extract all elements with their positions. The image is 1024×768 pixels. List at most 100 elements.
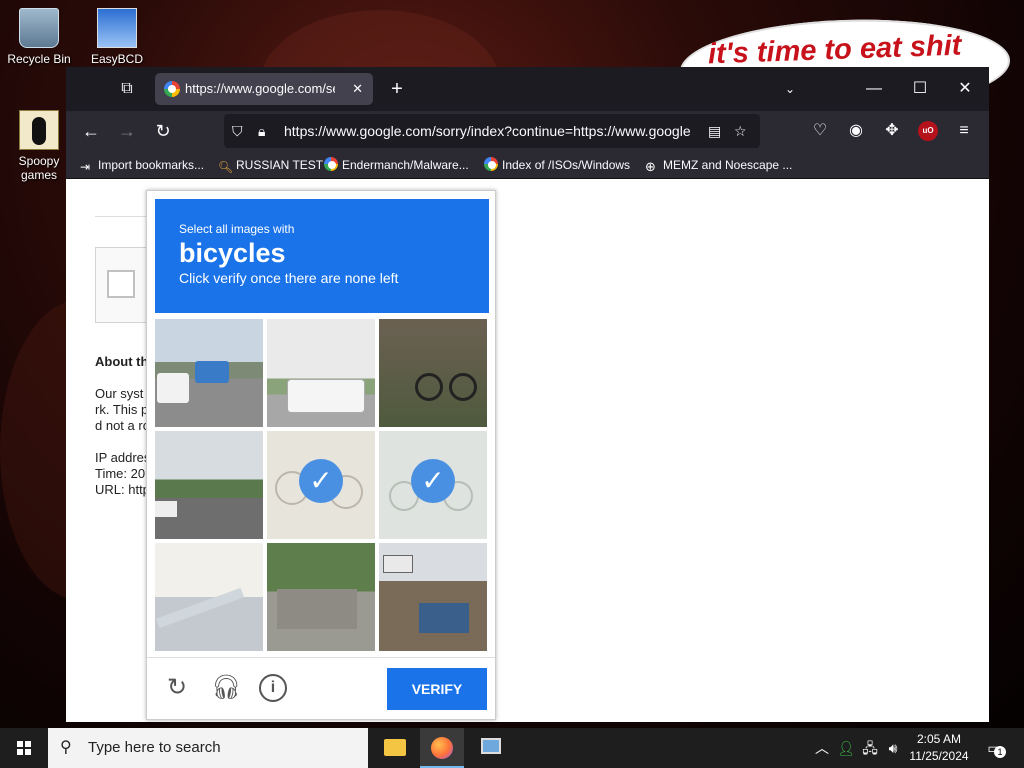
info-icon[interactable]: i: [259, 674, 287, 702]
bookmark-import[interactable]: ⇥ Import bookmarks...: [80, 156, 204, 174]
captcha-tile[interactable]: [379, 319, 487, 427]
clock-date: 11/25/2024: [909, 749, 969, 763]
reload-challenge-icon[interactable]: ↻: [163, 674, 191, 702]
google-icon: [484, 157, 498, 171]
minimize-icon[interactable]: —: [863, 79, 885, 99]
bookmark-memz-noescape[interactable]: ⊕ MEMZ and Noescape ...: [645, 156, 792, 174]
clock[interactable]: 2:05 AM 11/25/2024: [906, 731, 972, 765]
bookmark-russian-test[interactable]: 🔍︎ RUSSIAN TEST: [218, 156, 323, 174]
page-text-line: IP addres: [95, 450, 151, 465]
bookmark-index-isos[interactable]: Index of /ISOs/Windows: [484, 156, 630, 174]
volume-icon[interactable]: 🔊︎: [884, 738, 902, 758]
tab-title: https://www.google.com/search: [185, 81, 335, 96]
url-bar[interactable]: ⛉ 🔒︎ https://www.google.com/sorry/index?…: [224, 114, 760, 148]
captcha-tile[interactable]: ✓: [379, 431, 487, 539]
search-icon: ⚲: [60, 739, 72, 756]
new-tab-icon[interactable]: +: [386, 79, 408, 99]
bookmark-label: RUSSIAN TEST: [236, 158, 324, 172]
captcha-tile[interactable]: [267, 543, 375, 651]
desktop-icon-label: EasyBCD 2.3: [90, 52, 143, 68]
desktop-icon-label: Spoopy games: [18, 154, 60, 182]
computer-icon: [481, 738, 501, 754]
captcha-instruction: Select all images with: [179, 222, 295, 236]
checkmark-icon: ✓: [299, 459, 343, 503]
account-icon[interactable]: ◉: [845, 121, 867, 141]
tab-google-search[interactable]: https://www.google.com/search ✕: [155, 73, 373, 105]
recycle-bin-icon: [19, 8, 59, 48]
page-text-line: Time: 20: [95, 466, 146, 481]
captcha-tile[interactable]: ✓: [267, 431, 375, 539]
bookmark-label: Index of /ISOs/Windows: [502, 158, 631, 172]
bookmark-label: MEMZ and Noescape ...: [663, 158, 793, 172]
desktop-icon-recycle-bin[interactable]: Recycle Bin: [4, 8, 74, 66]
checkmark-icon: ✓: [411, 459, 455, 503]
google-icon: [164, 81, 180, 97]
audio-challenge-icon[interactable]: 🎧︎: [211, 674, 241, 702]
action-center-icon[interactable]: ▭1: [982, 738, 1006, 758]
user-status-icon[interactable]: 👤︎: [837, 738, 855, 758]
file-explorer-button[interactable]: [372, 728, 416, 768]
lock-icon[interactable]: 🔒︎: [258, 114, 274, 148]
captcha-challenge: Select all images with bicycles Click ve…: [146, 190, 496, 720]
desktop-icon-easybcd[interactable]: EasyBCD 2.3: [82, 8, 152, 68]
captcha-target: bicycles: [179, 238, 286, 268]
captcha-header: Select all images with bicycles Click ve…: [155, 199, 489, 313]
notification-badge: 1: [994, 746, 1006, 758]
page-text-line: URL: http: [95, 482, 150, 497]
nav-toolbar: ← → ↻ ⛉ 🔒︎ https://www.google.com/sorry/…: [66, 111, 989, 151]
captcha-tile[interactable]: [379, 543, 487, 651]
menu-icon[interactable]: ≡: [953, 121, 975, 141]
back-icon[interactable]: ←: [80, 121, 102, 141]
firefox-icon: [431, 737, 453, 759]
captcha-tile[interactable]: [267, 319, 375, 427]
import-icon: ⇥: [80, 160, 91, 174]
bookmark-endermanch-malware[interactable]: Endermanch/Malware...: [324, 156, 469, 174]
close-tab-icon[interactable]: ✕: [352, 73, 363, 105]
list-tabs-icon[interactable]: ⌄: [779, 79, 801, 99]
extensions-icon[interactable]: ✥: [881, 121, 903, 141]
bookmarks-toolbar: ⇥ Import bookmarks... 🔍︎ RUSSIAN TEST Ende…: [66, 151, 989, 179]
bookmark-label: Import bookmarks...: [98, 158, 205, 172]
taskbar: ⚲ Type here to search ︿ 👤︎ 🖧︎ 🔊︎ 2:05 AM…: [0, 728, 1024, 768]
firefox-taskbar-button[interactable]: [420, 728, 464, 768]
google-icon: [324, 157, 338, 171]
desktop-icon-spoopy-games[interactable]: Spoopy games: [4, 110, 74, 182]
bookmark-label: Endermanch/Malware...: [342, 158, 469, 172]
search-placeholder: Type here to search: [88, 739, 221, 756]
close-window-icon[interactable]: ✕: [954, 79, 976, 99]
clock-time: 2:05 AM: [916, 732, 962, 746]
folder-icon: [19, 110, 59, 150]
page-text-line: rk. This p: [95, 402, 149, 417]
maximize-icon[interactable]: ☐: [909, 79, 931, 99]
url-text[interactable]: https://www.google.com/sorry/index?conti…: [284, 114, 694, 148]
start-button[interactable]: [0, 728, 48, 768]
ublock-origin-icon[interactable]: uO: [918, 121, 938, 141]
bookmark-star-icon[interactable]: ☆: [734, 114, 752, 148]
about-heading: About th: [95, 354, 149, 369]
captcha-tile[interactable]: [155, 319, 263, 427]
page-text-line: d not a ro: [95, 418, 150, 433]
forward-icon[interactable]: →: [116, 121, 138, 141]
reader-view-icon[interactable]: ▤: [708, 114, 726, 148]
easybcd-icon: [97, 8, 137, 48]
app-taskbar-button[interactable]: [468, 728, 512, 768]
network-icon[interactable]: 🖧︎: [861, 738, 879, 758]
globe-icon: ⊕: [645, 159, 656, 174]
tab-overview-icon[interactable]: ⧉: [116, 79, 138, 99]
recaptcha-checkbox[interactable]: [107, 270, 135, 298]
verify-button[interactable]: VERIFY: [387, 668, 487, 710]
folder-icon: [384, 739, 406, 756]
captcha-grid: ✓ ✓: [155, 319, 489, 651]
shield-icon[interactable]: ⛉: [232, 114, 250, 148]
page-text-line: Our syst: [95, 386, 144, 401]
taskbar-search[interactable]: ⚲ Type here to search: [48, 728, 368, 768]
show-hidden-icons-icon[interactable]: ︿: [813, 738, 831, 758]
windows-logo-icon: [17, 741, 31, 755]
reload-icon[interactable]: ↻: [152, 121, 174, 141]
captcha-footer: ↻ 🎧︎ i VERIFY: [147, 657, 495, 719]
captcha-tile[interactable]: [155, 543, 263, 651]
captcha-tile[interactable]: [155, 431, 263, 539]
pocket-icon[interactable]: ♡: [809, 121, 831, 141]
tab-bar: ⧉ https://www.google.com/search ✕ + ⌄ — …: [66, 67, 989, 111]
search-icon: 🔍︎: [218, 160, 234, 174]
